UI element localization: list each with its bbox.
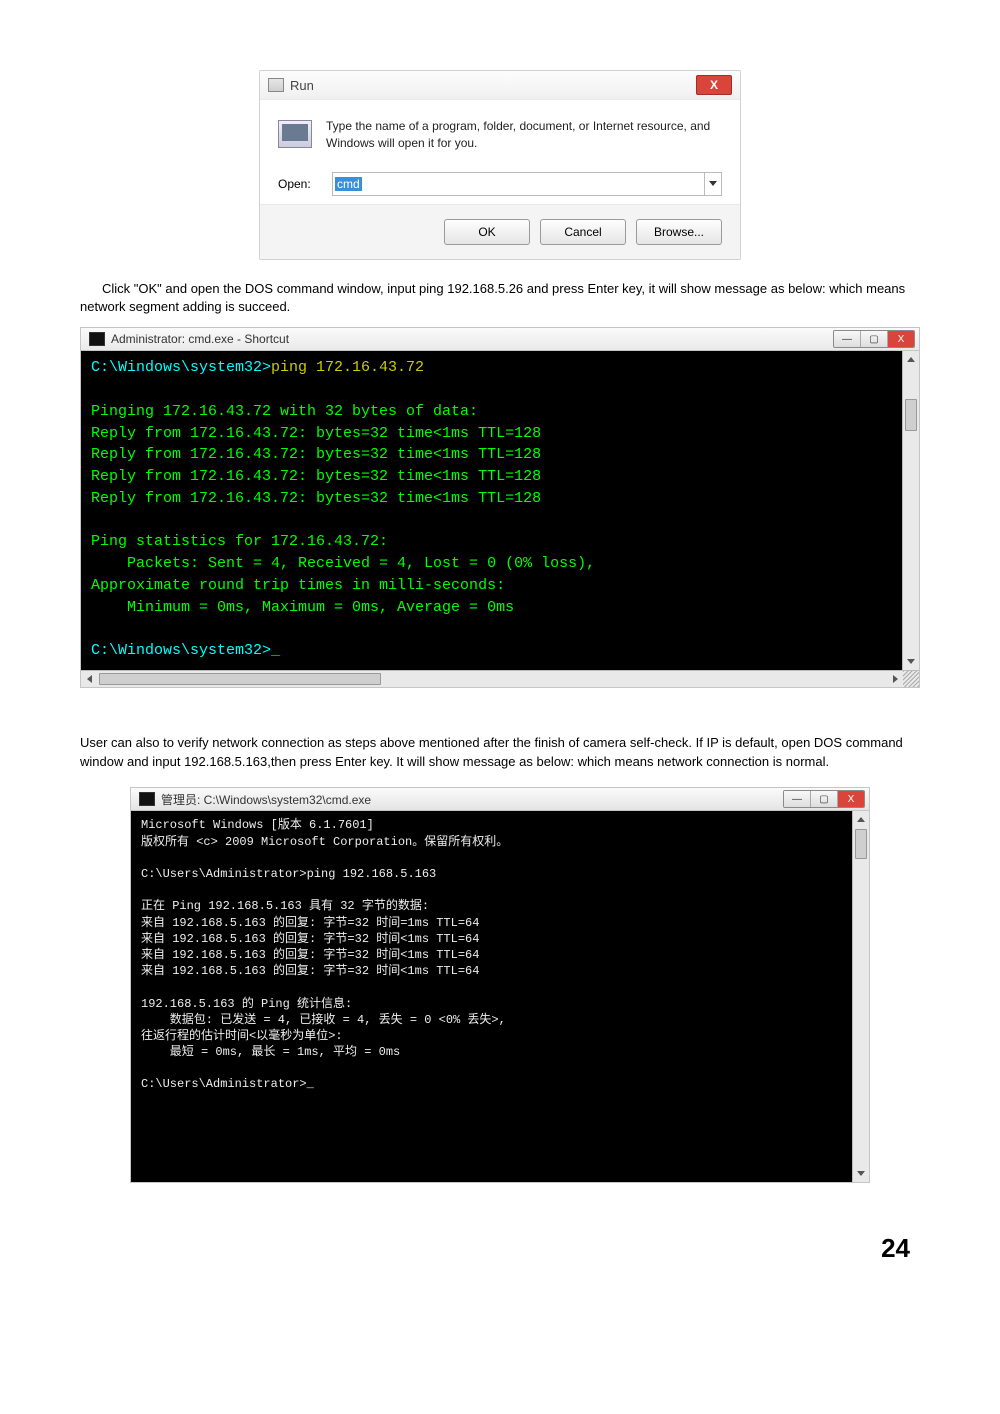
close-icon: X xyxy=(710,79,718,91)
run-app-icon xyxy=(268,78,284,92)
cancel-button[interactable]: Cancel xyxy=(540,219,626,245)
caret-up-icon xyxy=(857,817,865,822)
caret-right-icon xyxy=(893,675,898,683)
maximize-button[interactable]: ▢ xyxy=(811,791,838,807)
scroll-thumb[interactable] xyxy=(905,399,917,431)
cmd2-output: Microsoft Windows [版本 6.1.7601] 版权所有 <c>… xyxy=(131,811,869,1181)
cmd-window-1: Administrator: cmd.exe - Shortcut — ▢ X … xyxy=(80,327,920,688)
run-title-text: Run xyxy=(290,78,314,93)
page-number: 24 xyxy=(80,1203,920,1294)
cmd-icon xyxy=(89,332,105,346)
run-titlebar: Run X xyxy=(260,71,740,100)
open-value: cmd xyxy=(335,177,362,191)
cmd2-title: 管理员: C:\Windows\system32\cmd.exe xyxy=(161,791,371,808)
scroll-down-button[interactable] xyxy=(903,654,919,670)
vertical-scrollbar[interactable] xyxy=(902,351,919,670)
paragraph-2: User can also to verify network connecti… xyxy=(80,734,920,772)
combobox-dropdown-button[interactable] xyxy=(704,173,721,195)
run-big-icon xyxy=(278,120,312,148)
caret-left-icon xyxy=(87,675,92,683)
cmd-window-2: 管理员: C:\Windows\system32\cmd.exe — ▢ X M… xyxy=(130,787,870,1182)
horizontal-scrollbar[interactable] xyxy=(81,670,919,687)
scroll-up-button[interactable] xyxy=(903,351,919,367)
close-button[interactable]: X xyxy=(888,331,914,347)
scroll-up-button[interactable] xyxy=(853,811,869,827)
vertical-scrollbar[interactable] xyxy=(852,811,869,1181)
cmd2-titlebar: 管理员: C:\Windows\system32\cmd.exe — ▢ X xyxy=(131,788,869,811)
minimize-icon: — xyxy=(792,794,802,805)
maximize-icon: ▢ xyxy=(869,334,878,345)
close-icon: X xyxy=(848,794,855,805)
open-combobox[interactable]: cmd xyxy=(332,172,722,196)
minimize-button[interactable]: — xyxy=(784,791,811,807)
close-button[interactable]: X xyxy=(838,791,864,807)
scroll-thumb[interactable] xyxy=(855,829,867,859)
resize-grip[interactable] xyxy=(903,671,919,687)
caret-down-icon xyxy=(907,659,915,664)
close-button[interactable]: X xyxy=(696,75,732,95)
ok-button[interactable]: OK xyxy=(444,219,530,245)
scroll-down-button[interactable] xyxy=(853,1166,869,1182)
open-label: Open: xyxy=(278,177,318,191)
cmd1-title: Administrator: cmd.exe - Shortcut xyxy=(111,332,289,346)
cmd1-titlebar: Administrator: cmd.exe - Shortcut — ▢ X xyxy=(81,328,919,351)
minimize-button[interactable]: — xyxy=(834,331,861,347)
scroll-right-button[interactable] xyxy=(887,671,903,687)
minimize-icon: — xyxy=(842,334,852,345)
close-icon: X xyxy=(898,334,905,345)
maximize-icon: ▢ xyxy=(819,794,828,805)
run-dialog: Run X Type the name of a program, folder… xyxy=(259,70,741,260)
maximize-button[interactable]: ▢ xyxy=(861,331,888,347)
caret-down-icon xyxy=(857,1171,865,1176)
caret-up-icon xyxy=(907,357,915,362)
cmd-icon xyxy=(139,792,155,806)
chevron-down-icon xyxy=(709,181,717,186)
scroll-left-button[interactable] xyxy=(81,671,97,687)
run-description: Type the name of a program, folder, docu… xyxy=(326,118,722,152)
scroll-thumb[interactable] xyxy=(99,673,381,685)
paragraph-1: Click "OK" and open the DOS command wind… xyxy=(80,280,920,318)
browse-button[interactable]: Browse... xyxy=(636,219,722,245)
cmd1-output: C:\Windows\system32>ping 172.16.43.72 Pi… xyxy=(81,351,919,670)
